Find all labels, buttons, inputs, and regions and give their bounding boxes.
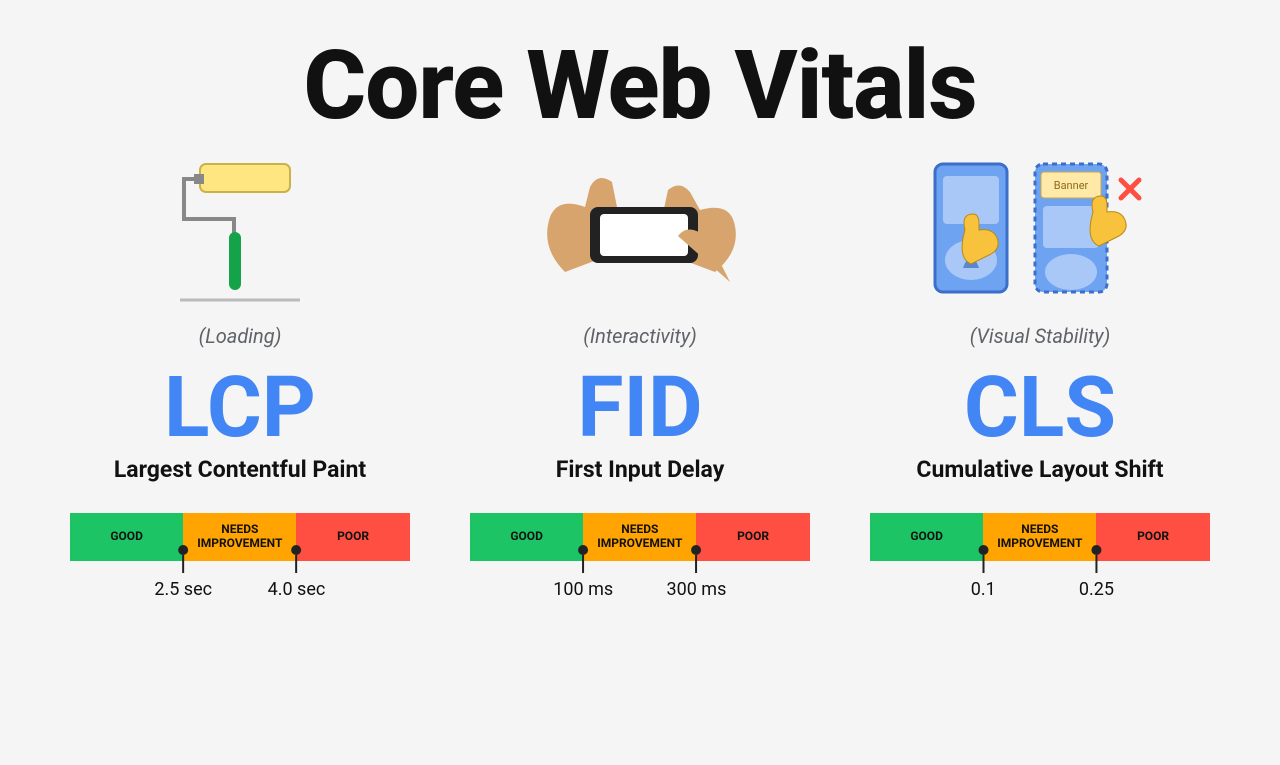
metric-aspect: (Interactivity) [470,324,810,348]
phone-tap-icon [470,152,810,302]
banner-label: Banner [1054,179,1089,192]
metric-abbr: FID [470,366,810,450]
threshold-2: 300 ms [666,555,726,600]
seg-poor: POOR [296,513,409,561]
metric-name: Cumulative Layout Shift [870,456,1210,483]
paint-roller-icon [70,152,410,302]
threshold-1: 100 ms [553,555,613,600]
metric-card-fid: (Interactivity) FID First Input Delay GO… [470,152,810,621]
seg-poor: POOR [1096,513,1209,561]
metric-abbr: LCP [70,366,410,450]
seg-needs: NEEDS IMPROVEMENT [583,513,696,561]
layout-shift-icon: Banner [870,152,1210,302]
seg-good: GOOD [70,513,183,561]
threshold-1: 2.5 sec [154,555,212,600]
seg-good: GOOD [870,513,983,561]
metric-aspect: (Loading) [70,324,410,348]
metric-abbr: CLS [870,366,1210,450]
seg-good: GOOD [470,513,583,561]
metric-name: First Input Delay [470,456,810,483]
threshold-bar: GOOD NEEDS IMPROVEMENT POOR [70,513,410,561]
metric-aspect: (Visual Stability) [870,324,1210,348]
threshold-2: 4.0 sec [268,555,326,600]
threshold-1: 0.1 [971,555,996,600]
metric-name: Largest Contentful Paint [70,456,410,483]
threshold-markers: 100 ms 300 ms [470,561,810,621]
page-title: Core Web Vitals [0,30,1280,142]
threshold-bar: GOOD NEEDS IMPROVEMENT POOR [870,513,1210,561]
threshold-bar: GOOD NEEDS IMPROVEMENT POOR [470,513,810,561]
metrics-row: (Loading) LCP Largest Contentful Paint G… [0,152,1280,621]
threshold-markers: 0.1 0.25 [870,561,1210,621]
seg-needs: NEEDS IMPROVEMENT [983,513,1096,561]
metric-card-lcp: (Loading) LCP Largest Contentful Paint G… [70,152,410,621]
threshold-markers: 2.5 sec 4.0 sec [70,561,410,621]
threshold-2: 0.25 [1079,555,1114,600]
seg-poor: POOR [696,513,809,561]
metric-card-cls: Banner (Visual Stability) CLS Cumulative… [870,152,1210,621]
seg-needs: NEEDS IMPROVEMENT [183,513,296,561]
